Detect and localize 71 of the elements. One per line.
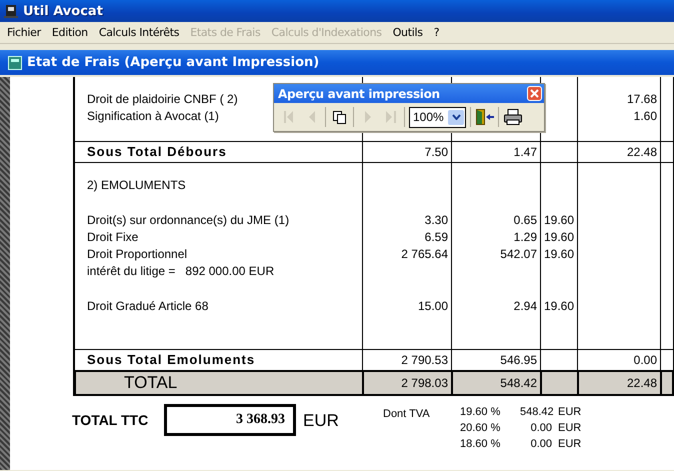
total-ttc-label: TOTAL TTC	[72, 411, 150, 428]
first-page-icon	[284, 111, 294, 123]
vat-currency: EUR	[557, 437, 582, 452]
menu-item[interactable]: ?	[428, 24, 446, 41]
table-cell: 22.48	[626, 376, 657, 390]
document-icon	[8, 56, 22, 70]
print-button[interactable]	[501, 106, 524, 128]
document-title: Etat de Frais (Aperçu avant Impression)	[27, 55, 320, 70]
table-cell: 0.65	[514, 213, 537, 227]
close-button[interactable]	[527, 86, 542, 101]
vat-rate: 18.60 %	[460, 437, 502, 452]
row-label: Signification à Avocat (1)	[87, 109, 219, 123]
table-cell: 0.00	[634, 353, 657, 367]
exit-button[interactable]	[473, 106, 496, 128]
table-cell: 19.60	[544, 299, 574, 313]
vat-amount: 548.42	[520, 405, 552, 420]
table-cell: 7.50	[424, 145, 448, 159]
row-label: Droit de plaidoirie CNBF ( 2)	[87, 92, 238, 106]
row-label: Droit Fixe	[87, 230, 138, 244]
table-cell: 542.07	[500, 247, 537, 261]
currency-label: EUR	[302, 410, 340, 431]
table-cell: 2 790.53	[401, 353, 448, 367]
table-cell: 19.60	[544, 213, 574, 227]
toolbar-title: Aperçu avant impression	[278, 86, 440, 100]
table-cell: 1.60	[634, 109, 657, 123]
vat-currency: EUR	[557, 405, 582, 420]
table-cell: 548.42	[500, 376, 537, 390]
table-cell: 17.68	[626, 92, 657, 106]
table-cell: 1.47	[514, 145, 537, 159]
exit-door-icon	[476, 109, 494, 125]
vat-amount: 0.00	[530, 421, 552, 436]
menu-item[interactable]: Calculs Intérêts	[94, 24, 186, 41]
next-page-icon	[364, 111, 370, 123]
table-cell: 6.59	[424, 230, 448, 244]
table-cell: 3.30	[424, 213, 448, 227]
menu-item[interactable]: Outils	[388, 24, 429, 41]
row-label: TOTAL	[124, 373, 178, 392]
table-cell: 15.00	[418, 299, 448, 313]
table-cell: 892 000.00 EUR	[185, 264, 274, 278]
row-label: Droit Gradué Article 68	[87, 299, 208, 313]
last-page-icon	[386, 111, 396, 123]
table-cell: 2.94	[514, 299, 537, 313]
app-icon	[3, 3, 19, 19]
table-cell: 2 798.03	[401, 376, 448, 390]
menu-item[interactable]: Fichier	[2, 24, 47, 41]
table-cell: 19.60	[544, 247, 574, 261]
table-cell: 19.60	[544, 230, 574, 244]
vat-rate: 19.60 %	[460, 405, 502, 420]
total-ttc-value: 3 368.93	[164, 404, 296, 436]
row-label: Droit Proportionnel	[87, 247, 188, 261]
previous-page-icon	[308, 111, 314, 123]
row-label: Sous Total Débours	[87, 144, 227, 159]
printer-icon	[504, 109, 522, 125]
vat-label: Dont TVA	[383, 407, 431, 420]
vat-currency: EUR	[557, 421, 582, 436]
dropdown-icon	[452, 114, 460, 120]
pages-icon	[333, 110, 346, 124]
close-icon	[530, 89, 539, 98]
row-label: Sous Total Emoluments	[87, 352, 256, 367]
vat-rate: 20.60 %	[460, 421, 502, 436]
table-cell: 1.29	[514, 230, 537, 244]
menu-item[interactable]: Edition	[46, 24, 94, 41]
zoom-select[interactable]: 100%	[409, 106, 466, 128]
table-cell: 546.95	[500, 353, 537, 367]
section-heading: 2) EMOLUMENTS	[87, 178, 186, 192]
row-label: intérêt du litige =	[87, 264, 176, 278]
table-cell: 22.48	[626, 145, 657, 159]
vat-amount: 0.00	[530, 437, 552, 452]
window-title: Util Avocat	[23, 4, 103, 18]
table-cell: 2 765.64	[401, 247, 448, 261]
row-label: Droit(s) sur ordonnance(s) du JME (1)	[87, 213, 290, 227]
